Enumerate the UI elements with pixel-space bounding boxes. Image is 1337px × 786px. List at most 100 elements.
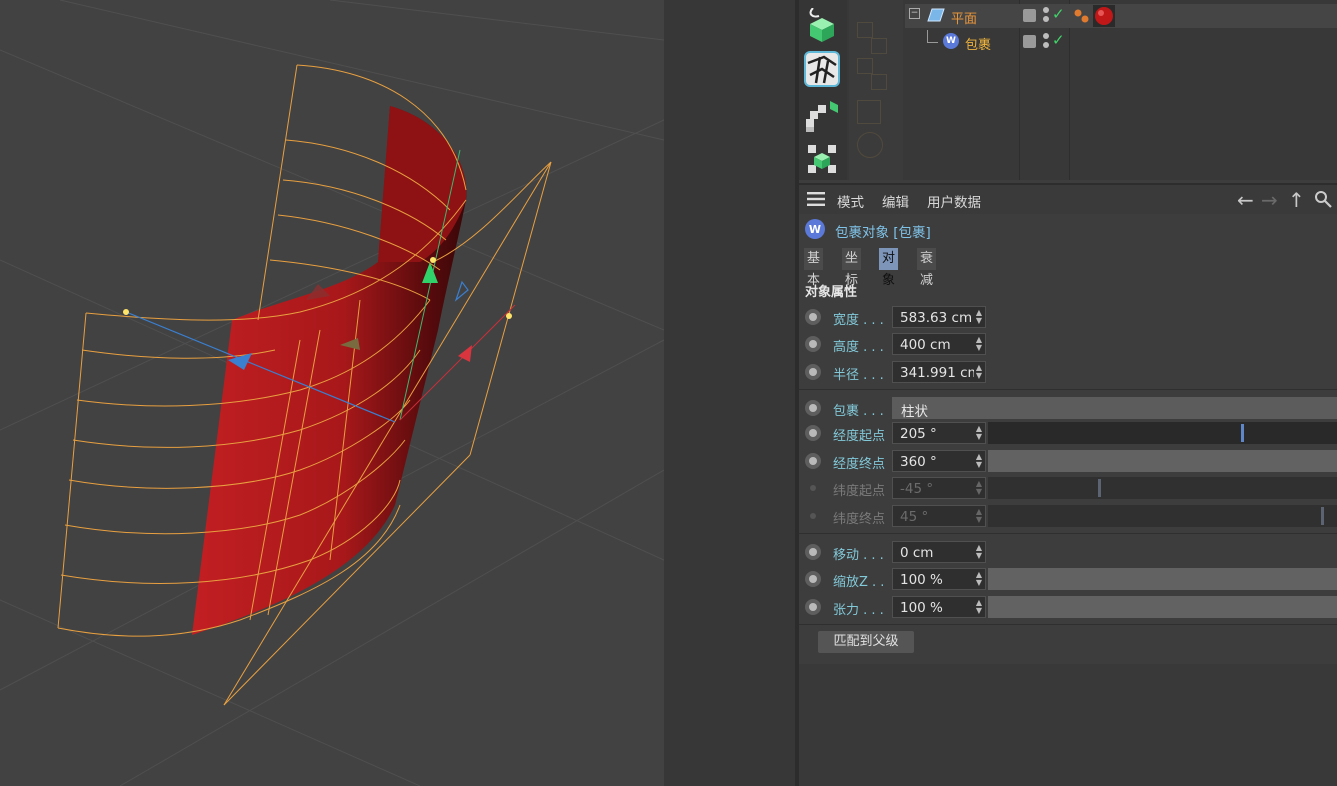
param-move: 移动 . . . 0 cm ▲ ▼ — [799, 540, 1337, 566]
tab-object[interactable]: 对象 — [879, 248, 899, 288]
object-manager: − 平面 ✓ W 包裹 ✓ — [799, 0, 1337, 180]
collapse-toggle-icon[interactable]: − — [909, 8, 920, 19]
param-label: 缩放Z . . — [833, 575, 885, 590]
section-title: 对象属性 — [805, 285, 858, 300]
tension-slider[interactable] — [988, 596, 1337, 618]
hamburger-menu-icon[interactable] — [807, 192, 825, 206]
search-icon[interactable] — [1314, 190, 1332, 208]
wrap-dropdown[interactable]: 柱状 — [892, 397, 1337, 420]
tag-phong-icon[interactable] — [1073, 7, 1091, 25]
param-width: 宽度 . . . 583.63 cm ▲ ▼ — [799, 305, 1337, 331]
render-dots-icon[interactable] — [1043, 33, 1051, 49]
editor-visibility-icon[interactable] — [1023, 9, 1036, 22]
lat-end-field: 45 ° ▲ ▼ — [892, 505, 986, 527]
animate-radio — [805, 480, 821, 496]
long-end-field[interactable]: 360 ° ▲ ▼ — [892, 450, 986, 472]
right-panel: − 平面 ✓ W 包裹 ✓ 模式 编辑 用户数据 ← → ↑ W 包裹对象 [包… — [799, 0, 1337, 786]
array-tool-icon[interactable] — [803, 96, 841, 134]
spinner-icon[interactable]: ▲ ▼ — [974, 571, 984, 589]
param-height: 高度 . . . 400 cm ▲ ▼ — [799, 332, 1337, 358]
long-start-field[interactable]: 205 ° ▲ ▼ — [892, 422, 986, 444]
move-field[interactable]: 0 cm ▲ ▼ — [892, 541, 986, 563]
forward-arrow-icon[interactable]: → — [1261, 188, 1278, 212]
tab-coord[interactable]: 坐标 — [842, 248, 862, 288]
spinner-icon[interactable]: ▲ ▼ — [974, 544, 984, 562]
param-lat-start: 纬度起点 -45 ° ▲ ▼ — [799, 476, 1337, 502]
object-toolbar-secondary — [849, 0, 903, 180]
param-label: 高度 . . . — [833, 340, 884, 355]
animate-radio[interactable] — [805, 336, 821, 352]
height-field[interactable]: 400 cm ▲ ▼ — [892, 333, 986, 355]
param-label: 半径 . . . — [833, 368, 884, 383]
back-arrow-icon[interactable]: ← — [1237, 188, 1254, 212]
long-end-slider[interactable] — [988, 450, 1337, 472]
up-arrow-icon[interactable]: ↑ — [1288, 188, 1305, 212]
param-long-start: 经度起点 205 ° ▲ ▼ — [799, 421, 1337, 447]
object-title: 包裹对象 [包裹] — [835, 225, 931, 241]
param-label: 移动 . . . — [833, 548, 884, 563]
animate-radio[interactable] — [805, 364, 821, 380]
radius-field[interactable]: 341.991 cm ▲ ▼ — [892, 361, 986, 383]
param-label: 经度起点 — [833, 429, 886, 444]
spinner-icon: ▲ ▼ — [975, 479, 983, 496]
render-dots-icon[interactable] — [1043, 7, 1051, 23]
param-label: 经度终点 — [833, 457, 886, 472]
tab-falloff[interactable]: 衰减 — [917, 248, 937, 288]
viewport-scene — [0, 0, 664, 786]
tree-row-plane[interactable]: − 平面 ✓ — [905, 4, 1337, 28]
attribute-empty-area — [799, 664, 1337, 786]
param-label: 包裹 . . . — [833, 404, 884, 419]
menu-edit[interactable]: 编辑 — [882, 191, 909, 211]
spinner-icon[interactable]: ▲ ▼ — [974, 336, 984, 354]
menu-user-data[interactable]: 用户数据 — [927, 191, 981, 211]
object-tree: − 平面 ✓ W 包裹 ✓ — [905, 0, 1337, 180]
spinner-icon[interactable]: ▲ ▼ — [974, 364, 984, 382]
width-field[interactable]: 583.63 cm ▲ ▼ — [892, 306, 986, 328]
param-lat-end: 纬度终点 45 ° ▲ ▼ — [799, 504, 1337, 530]
spinner-icon[interactable]: ▲ ▼ — [974, 599, 984, 617]
enabled-check-icon[interactable]: ✓ — [1052, 5, 1065, 23]
enabled-check-icon[interactable]: ✓ — [1052, 31, 1065, 49]
deformer-tool-icon[interactable] — [803, 50, 841, 88]
lat-end-slider — [988, 505, 1337, 527]
param-label: 纬度起点 — [833, 484, 886, 499]
tension-field[interactable]: 100 % ▲ ▼ — [892, 596, 986, 618]
param-label: 纬度终点 — [833, 512, 886, 527]
tab-basic[interactable]: 基本 — [804, 248, 824, 288]
scale-z-field[interactable]: 100 % ▲ ▼ — [892, 568, 986, 590]
animate-radio[interactable] — [805, 400, 821, 416]
animate-radio[interactable] — [805, 309, 821, 325]
param-label: 宽度 . . . — [833, 313, 884, 328]
viewport-gap — [664, 0, 795, 786]
spinner-icon: ▲ ▼ — [975, 507, 983, 524]
animate-radio[interactable] — [805, 544, 821, 560]
spinner-icon[interactable]: ▲ ▼ — [974, 425, 984, 443]
param-long-end: 经度终点 360 ° ▲ ▼ — [799, 449, 1337, 475]
spinner-icon[interactable]: ▲ ▼ — [974, 453, 984, 471]
scale-z-slider[interactable] — [988, 568, 1337, 590]
spinner-icon[interactable]: ▲ ▼ — [974, 309, 984, 327]
attribute-menubar: 模式 编辑 用户数据 ← → ↑ — [799, 183, 1337, 214]
param-label: 张力 . . . — [833, 603, 884, 618]
tree-row-wrap[interactable]: W 包裹 ✓ — [905, 30, 1337, 54]
match-to-parent-button[interactable]: 匹配到父级 — [818, 631, 914, 653]
3d-viewport[interactable] — [0, 0, 664, 786]
cube-tool-icon[interactable] — [803, 6, 841, 44]
param-wrap: 包裹 . . . 柱状 — [799, 396, 1337, 422]
long-start-slider[interactable] — [988, 422, 1337, 444]
animate-radio[interactable] — [805, 425, 821, 441]
cloner-tool-icon[interactable] — [803, 140, 841, 178]
animate-radio — [805, 508, 821, 524]
animate-radio[interactable] — [805, 571, 821, 587]
object-toolbar — [799, 0, 847, 180]
lat-start-slider — [988, 477, 1337, 499]
editor-visibility-icon[interactable] — [1023, 35, 1036, 48]
lat-start-field: -45 ° ▲ ▼ — [892, 477, 986, 499]
material-tag-icon[interactable] — [1093, 5, 1115, 27]
param-radius: 半径 . . . 341.991 cm ▲ ▼ — [799, 360, 1337, 386]
animate-radio[interactable] — [805, 599, 821, 615]
plane-object-icon — [927, 8, 945, 22]
animate-radio[interactable] — [805, 453, 821, 469]
param-scale-z: 缩放Z . . 100 % ▲ ▼ — [799, 567, 1337, 593]
menu-mode[interactable]: 模式 — [837, 191, 864, 211]
